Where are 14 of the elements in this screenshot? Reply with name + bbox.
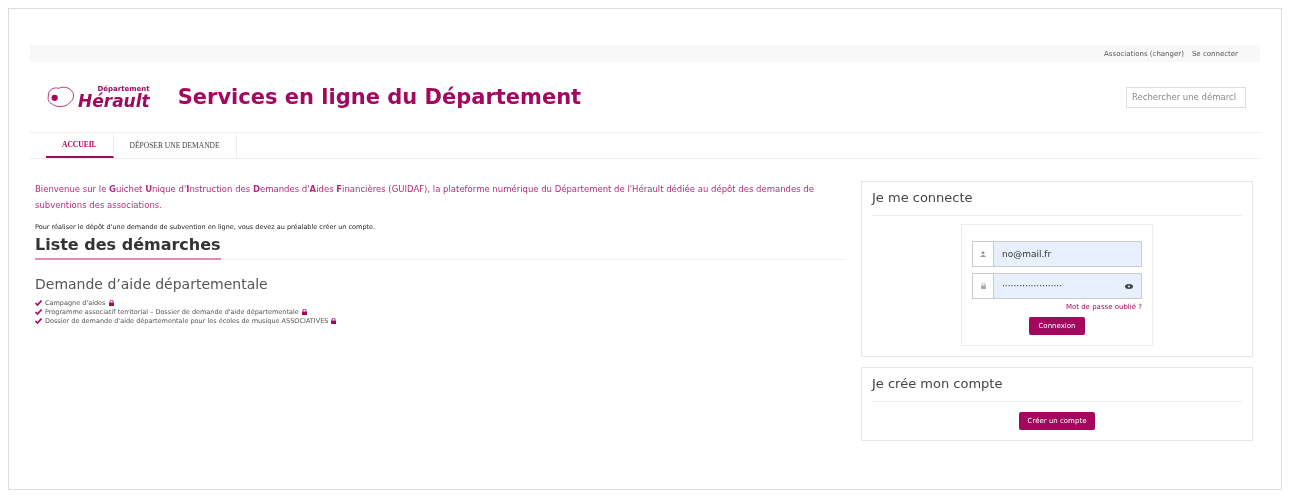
intro-text: Bienvenue sur le Guichet Unique d'Instruction des Demandes d'Aides Financières (GUIDAF), la plateforme numérique du Département de l'Hérault dédiée au dépôt des demandes de subventions des associations. — [35, 183, 815, 212]
logo-name: Hérault — [78, 92, 150, 110]
section-title: Demande d’aide départementale — [35, 276, 269, 292]
card-title: Je crée mon compte — [872, 368, 1242, 402]
eye-icon[interactable] — [1125, 283, 1133, 289]
site-title: Services en ligne du Département — [177, 85, 583, 109]
list-title: Liste des démarches — [35, 235, 221, 260]
user-icon — [980, 251, 986, 257]
search-field[interactable]: Rechercher une démarcl — [1126, 86, 1246, 108]
map-outline-icon — [46, 85, 76, 109]
email-field[interactable]: no@mail.fr — [972, 241, 1142, 267]
card-title: Je me connecte — [872, 182, 1242, 216]
lock-icon — [980, 283, 986, 289]
password-field[interactable]: ····················· — [972, 273, 1142, 299]
